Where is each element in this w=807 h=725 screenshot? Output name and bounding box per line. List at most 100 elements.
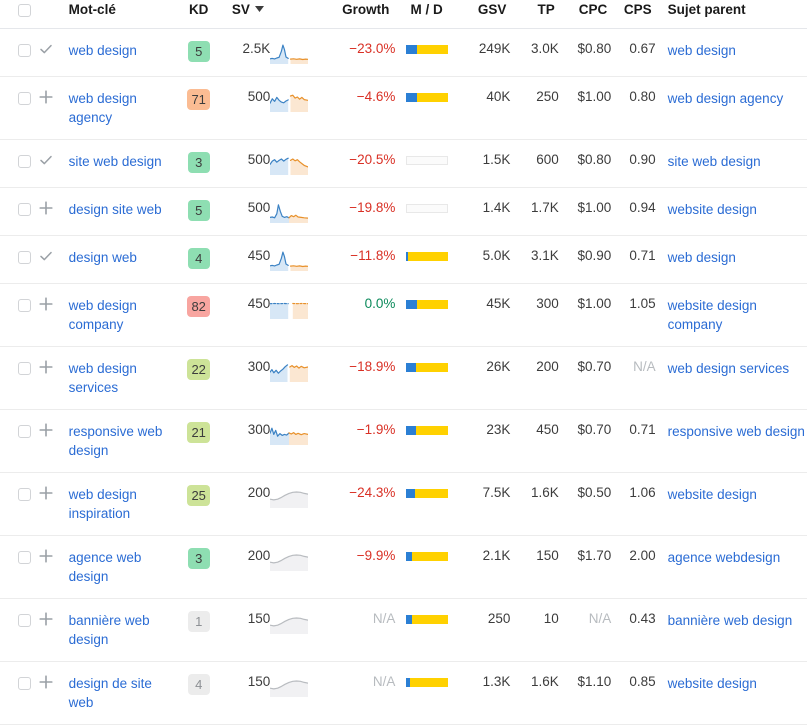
column-header-cps[interactable]: CPS bbox=[611, 0, 656, 29]
keyword-link[interactable]: web design inspiration bbox=[69, 485, 180, 523]
parent-topic-cell[interactable]: responsive web design bbox=[656, 410, 807, 473]
row-select-cell[interactable] bbox=[0, 410, 38, 473]
row-checkbox[interactable] bbox=[18, 487, 31, 501]
row-action-cell[interactable] bbox=[38, 77, 68, 140]
row-select-cell[interactable] bbox=[0, 188, 38, 236]
sort-desc-icon[interactable] bbox=[254, 0, 264, 15]
keyword-link[interactable]: design site web bbox=[69, 200, 162, 219]
row-select-cell[interactable] bbox=[0, 140, 38, 188]
table-row[interactable]: agence web design 3 200 −9.9% 2.1K 150 $1.70 2.… bbox=[0, 536, 807, 599]
row-checkbox[interactable] bbox=[18, 361, 31, 375]
table-row[interactable]: design web 4 450 −11.8% 5.0K 3.1K $0.90 0.71 web… bbox=[0, 236, 807, 284]
keyword-cell[interactable]: web design agency bbox=[69, 77, 180, 140]
keyword-cell[interactable]: web design bbox=[69, 29, 180, 77]
plus-icon[interactable] bbox=[38, 485, 56, 503]
table-row[interactable]: web design inspiration 25 200 −24.3% 7.5K 1.6… bbox=[0, 473, 807, 536]
column-header-keyword[interactable]: Mot-clé bbox=[68, 0, 180, 29]
parent-topic-cell[interactable]: web design services bbox=[656, 347, 807, 410]
check-icon[interactable] bbox=[38, 152, 56, 170]
column-header-tp[interactable]: TP bbox=[510, 0, 559, 29]
row-checkbox[interactable] bbox=[18, 202, 31, 216]
parent-topic-link[interactable]: website design bbox=[668, 485, 757, 504]
select-all-checkbox[interactable] bbox=[18, 4, 31, 17]
parent-topic-cell[interactable]: agence webdesign bbox=[656, 536, 807, 599]
table-row[interactable]: responsive web design 21 300 −1.9% 23K 450 $0.… bbox=[0, 410, 807, 473]
table-row[interactable]: web design 5 2.5K −23.0% 249K 3.0K $0.80 0.67 we… bbox=[0, 29, 807, 77]
parent-topic-cell[interactable]: site web design bbox=[656, 140, 807, 188]
column-header-cpc[interactable]: CPC bbox=[558, 0, 612, 29]
row-select-cell[interactable] bbox=[0, 77, 38, 140]
keyword-cell[interactable]: design web bbox=[69, 236, 180, 284]
row-action-cell[interactable] bbox=[38, 140, 68, 188]
keyword-link[interactable]: web design company bbox=[69, 296, 180, 334]
parent-topic-link[interactable]: responsive web design bbox=[668, 422, 805, 441]
row-action-cell[interactable] bbox=[38, 599, 68, 662]
keyword-cell[interactable]: design site web bbox=[69, 188, 180, 236]
parent-topic-link[interactable]: website design bbox=[668, 200, 757, 219]
row-action-cell[interactable] bbox=[38, 347, 68, 410]
column-header-kd[interactable]: KD bbox=[179, 0, 218, 29]
parent-topic-cell[interactable]: website design bbox=[656, 188, 807, 236]
parent-topic-cell[interactable]: website design bbox=[656, 662, 807, 725]
row-checkbox[interactable] bbox=[18, 298, 31, 312]
keyword-link[interactable]: design de site web bbox=[69, 674, 180, 712]
keyword-cell[interactable]: web design services bbox=[69, 347, 180, 410]
plus-icon[interactable] bbox=[38, 674, 56, 692]
parent-topic-link[interactable]: website design company bbox=[668, 296, 807, 334]
row-select-cell[interactable] bbox=[0, 473, 38, 536]
keyword-cell[interactable]: site web design bbox=[69, 140, 180, 188]
keyword-link[interactable]: web design services bbox=[69, 359, 180, 397]
row-action-cell[interactable] bbox=[38, 536, 68, 599]
keyword-cell[interactable]: design de site web bbox=[69, 662, 180, 725]
plus-icon[interactable] bbox=[38, 359, 56, 377]
keyword-cell[interactable]: bannière web design bbox=[69, 599, 180, 662]
row-select-cell[interactable] bbox=[0, 536, 38, 599]
row-checkbox[interactable] bbox=[18, 424, 31, 438]
plus-icon[interactable] bbox=[38, 611, 56, 629]
table-row[interactable]: design de site web 4 150 N/A 1.3K 1.6K $1.10 0.… bbox=[0, 662, 807, 725]
keyword-link[interactable]: agence web design bbox=[69, 548, 180, 586]
parent-topic-cell[interactable]: web design agency bbox=[656, 77, 807, 140]
check-icon[interactable] bbox=[38, 248, 56, 266]
parent-topic-link[interactable]: site web design bbox=[668, 152, 761, 171]
plus-icon[interactable] bbox=[38, 89, 56, 107]
row-action-cell[interactable] bbox=[38, 473, 68, 536]
keyword-cell[interactable]: agence web design bbox=[69, 536, 180, 599]
parent-topic-cell[interactable]: web design bbox=[656, 236, 807, 284]
keyword-cell[interactable]: web design inspiration bbox=[69, 473, 180, 536]
parent-topic-link[interactable]: agence webdesign bbox=[668, 548, 781, 567]
row-select-cell[interactable] bbox=[0, 236, 38, 284]
keyword-link[interactable]: bannière web design bbox=[69, 611, 180, 649]
row-checkbox[interactable] bbox=[18, 154, 31, 168]
parent-topic-link[interactable]: web design services bbox=[668, 359, 790, 378]
column-header-growth[interactable]: Growth bbox=[326, 0, 396, 29]
row-checkbox[interactable] bbox=[18, 613, 31, 627]
keyword-link[interactable]: responsive web design bbox=[69, 422, 180, 460]
plus-icon[interactable] bbox=[38, 200, 56, 218]
row-action-cell[interactable] bbox=[38, 284, 68, 347]
parent-topic-cell[interactable]: bannière web design bbox=[656, 599, 807, 662]
column-header-gsv[interactable]: GSV bbox=[457, 0, 511, 29]
parent-topic-link[interactable]: website design bbox=[668, 674, 757, 693]
select-all-header[interactable] bbox=[0, 0, 39, 29]
row-select-cell[interactable] bbox=[0, 662, 38, 725]
parent-topic-cell[interactable]: website design company bbox=[656, 284, 807, 347]
row-checkbox[interactable] bbox=[18, 250, 31, 264]
row-select-cell[interactable] bbox=[0, 599, 38, 662]
table-row[interactable]: web design services 22 300 −18.9% 26K 200 $0.7… bbox=[0, 347, 807, 410]
plus-icon[interactable] bbox=[38, 548, 56, 566]
keyword-link[interactable]: site web design bbox=[69, 152, 162, 171]
parent-topic-cell[interactable]: website design bbox=[656, 473, 807, 536]
keyword-link[interactable]: web design agency bbox=[69, 89, 180, 127]
row-checkbox[interactable] bbox=[18, 91, 31, 105]
parent-topic-link[interactable]: web design agency bbox=[668, 89, 784, 108]
table-row[interactable]: design site web 5 500 −19.8% 1.4K 1.7K $1.00 0.… bbox=[0, 188, 807, 236]
parent-topic-link[interactable]: bannière web design bbox=[668, 611, 793, 630]
row-action-cell[interactable] bbox=[38, 410, 68, 473]
check-icon[interactable] bbox=[38, 41, 56, 59]
row-action-cell[interactable] bbox=[38, 188, 68, 236]
table-row[interactable]: bannière web design 1 150 N/A 250 10 N/A 0.43 ba… bbox=[0, 599, 807, 662]
plus-icon[interactable] bbox=[38, 296, 56, 314]
row-select-cell[interactable] bbox=[0, 29, 38, 77]
row-checkbox[interactable] bbox=[18, 43, 31, 57]
